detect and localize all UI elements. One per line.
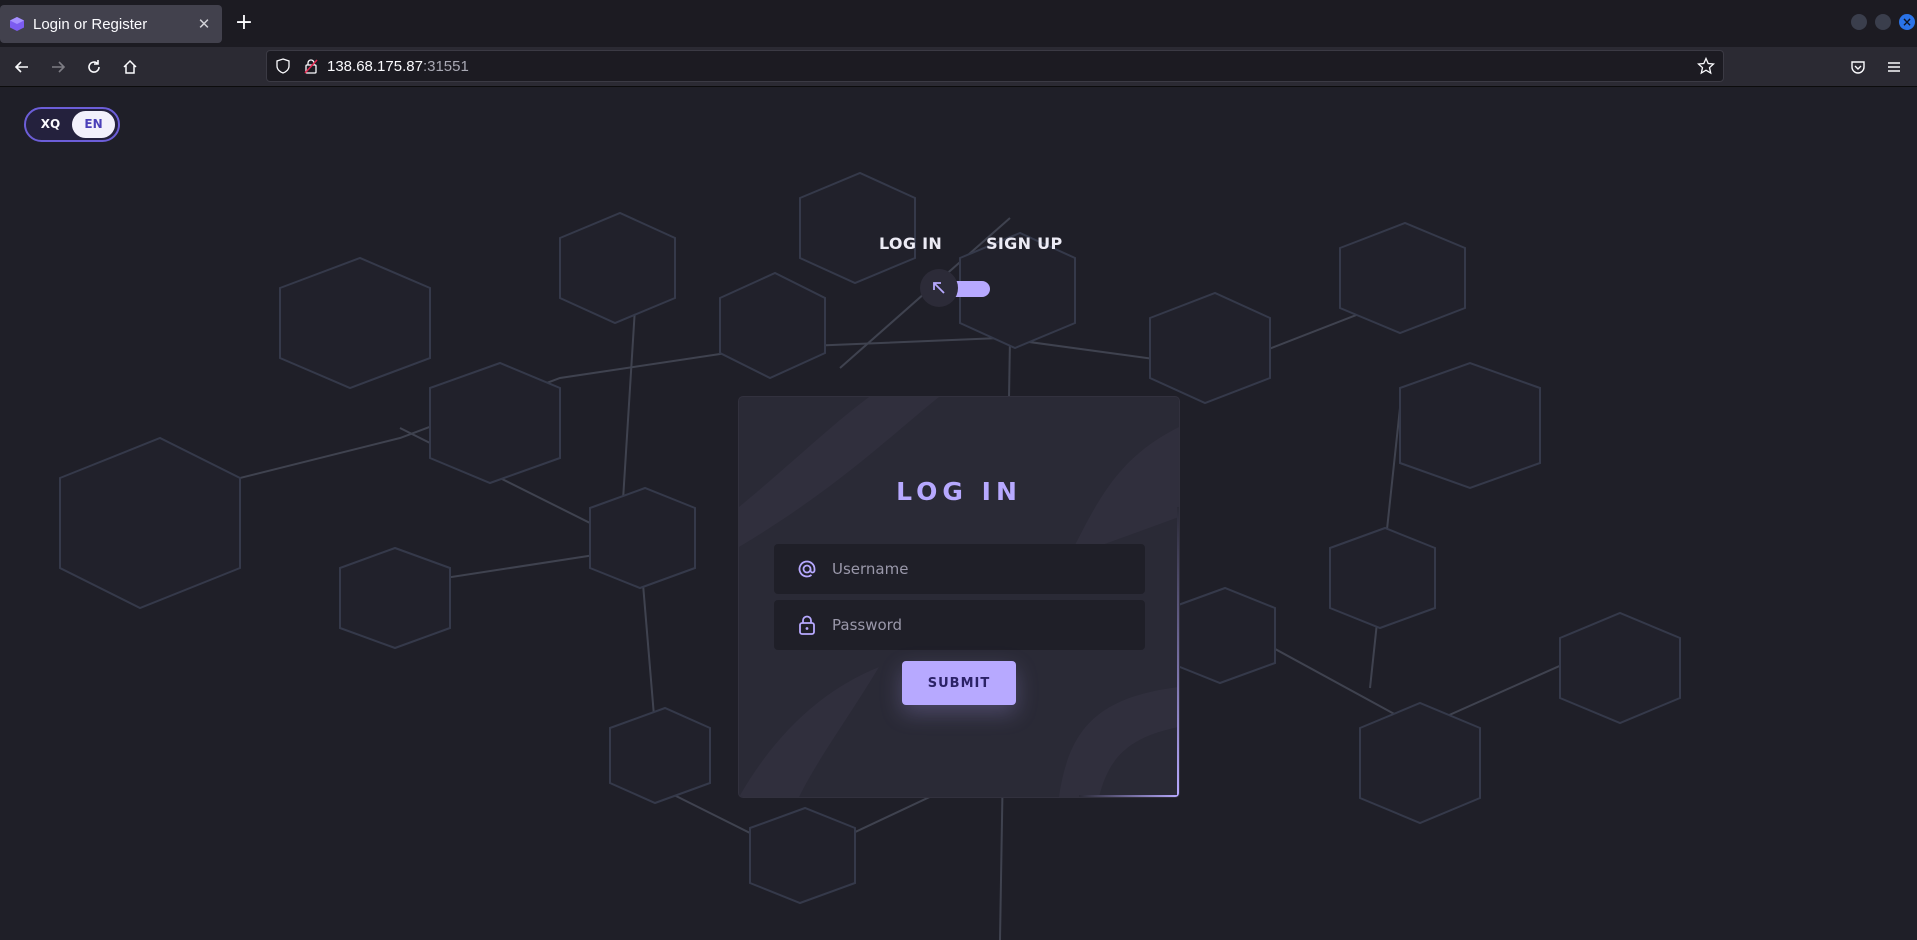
reload-icon[interactable] bbox=[82, 55, 106, 79]
browser-tabstrip: Login or Register ✕ + × bbox=[0, 0, 1917, 47]
signup-mode-label[interactable]: SIGN UP bbox=[986, 234, 1062, 253]
cube-favicon-icon bbox=[10, 17, 24, 31]
login-signup-switch-knob[interactable] bbox=[920, 269, 958, 307]
pocket-icon[interactable] bbox=[1846, 55, 1870, 79]
arrow-up-left-icon bbox=[933, 282, 945, 294]
at-sign-icon bbox=[796, 558, 818, 580]
login-mode-label[interactable]: LOG IN bbox=[879, 234, 942, 253]
tab-title: Login or Register bbox=[33, 15, 148, 33]
url-port: :31551 bbox=[422, 57, 469, 75]
maximize-button[interactable] bbox=[1875, 14, 1891, 30]
shield-icon[interactable] bbox=[275, 58, 291, 74]
page-content: XQ EN LOG IN SIGN UP LOG IN SUB bbox=[0, 88, 1917, 940]
username-field[interactable] bbox=[774, 544, 1145, 594]
card-accent-edge-bottom bbox=[1079, 795, 1179, 797]
close-window-button[interactable]: × bbox=[1899, 14, 1915, 30]
insecure-lock-icon[interactable] bbox=[303, 58, 319, 74]
card-accent-edge bbox=[1177, 507, 1179, 797]
language-option-en[interactable]: EN bbox=[72, 111, 115, 138]
tab-close-icon[interactable]: ✕ bbox=[192, 15, 216, 33]
url-host: 138.68.175.87 bbox=[327, 57, 423, 75]
padlock-icon bbox=[796, 614, 818, 636]
forward-icon[interactable] bbox=[46, 55, 70, 79]
card-wave-decoration bbox=[739, 397, 1179, 797]
browser-navbar: 138.68.175.87:31551 bbox=[0, 47, 1917, 87]
window-controls: × bbox=[1851, 14, 1915, 30]
language-toggle[interactable]: XQ EN bbox=[24, 107, 120, 142]
menu-icon[interactable] bbox=[1882, 55, 1906, 79]
mode-labels: LOG IN SIGN UP bbox=[879, 234, 1062, 253]
submit-button[interactable]: SUBMIT bbox=[902, 661, 1016, 705]
url-text[interactable]: 138.68.175.87:31551 bbox=[327, 58, 469, 75]
address-bar[interactable]: 138.68.175.87:31551 bbox=[266, 50, 1724, 82]
login-title: LOG IN bbox=[896, 477, 1022, 506]
minimize-button[interactable] bbox=[1851, 14, 1867, 30]
password-field[interactable] bbox=[774, 600, 1145, 650]
browser-tab[interactable]: Login or Register ✕ bbox=[0, 5, 222, 43]
username-input[interactable] bbox=[830, 559, 1145, 579]
home-icon[interactable] bbox=[118, 55, 142, 79]
new-tab-icon[interactable]: + bbox=[232, 12, 256, 36]
back-icon[interactable] bbox=[10, 55, 34, 79]
password-input[interactable] bbox=[830, 615, 1145, 635]
login-card: LOG IN SUBMIT bbox=[739, 397, 1179, 797]
language-option-xq[interactable]: XQ bbox=[29, 111, 72, 138]
bookmark-star-icon[interactable] bbox=[1697, 57, 1715, 75]
